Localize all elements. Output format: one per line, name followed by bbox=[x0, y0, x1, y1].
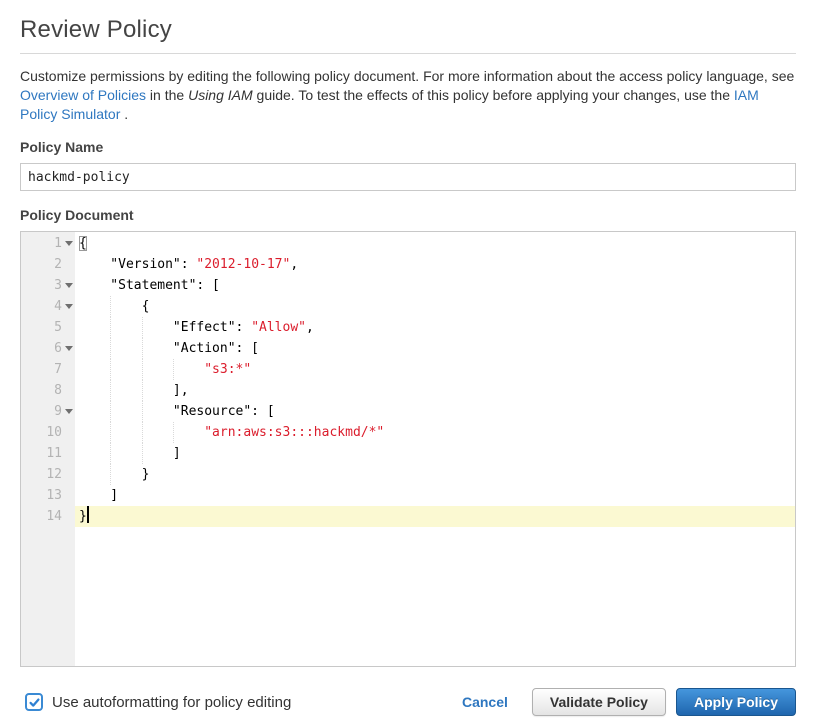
gutter-line-number: 4 bbox=[21, 296, 75, 317]
json-string-value: "2012-10-17" bbox=[196, 257, 290, 272]
indent-guide bbox=[173, 422, 174, 443]
cancel-link[interactable]: Cancel bbox=[462, 694, 508, 710]
indent-guide bbox=[110, 464, 111, 485]
fold-arrow-icon[interactable] bbox=[65, 346, 73, 351]
policy-editor[interactable]: 1234567891011121314 { "Version": "2012-1… bbox=[20, 231, 796, 667]
fold-arrow-icon[interactable] bbox=[65, 409, 73, 414]
validate-policy-button[interactable]: Validate Policy bbox=[532, 688, 666, 716]
json-code-text: "Statement": [ bbox=[79, 278, 220, 293]
gutter-line-number: 5 bbox=[21, 317, 75, 338]
page-title: Review Policy bbox=[20, 16, 796, 44]
code-line[interactable]: ] bbox=[75, 443, 795, 464]
fold-arrow-icon[interactable] bbox=[65, 241, 73, 246]
gutter-line-number: 9 bbox=[21, 401, 75, 422]
indent-guide bbox=[110, 422, 111, 443]
indent-guide bbox=[110, 401, 111, 422]
json-code-text: } bbox=[79, 509, 87, 524]
indent-guide bbox=[110, 338, 111, 359]
gutter-line-number: 3 bbox=[21, 275, 75, 296]
fold-arrow-icon[interactable] bbox=[65, 304, 73, 309]
title-divider bbox=[20, 53, 796, 54]
gutter-line-number: 1 bbox=[21, 233, 75, 254]
indent-guide bbox=[142, 422, 143, 443]
indent-guide bbox=[110, 296, 111, 317]
policy-document-label: Policy Document bbox=[20, 207, 796, 223]
fold-arrow-icon[interactable] bbox=[65, 283, 73, 288]
code-line[interactable]: } bbox=[75, 464, 795, 485]
gutter-line-number: 11 bbox=[21, 443, 75, 464]
code-line[interactable]: ] bbox=[75, 485, 795, 506]
editor-code[interactable]: { "Version": "2012-10-17", "Statement": … bbox=[75, 232, 795, 666]
gutter-line-number: 7 bbox=[21, 359, 75, 380]
indent-guide bbox=[142, 359, 143, 380]
code-line[interactable]: "arn:aws:s3:::hackmd/*" bbox=[75, 422, 795, 443]
code-line[interactable]: "s3:*" bbox=[75, 359, 795, 380]
apply-policy-button[interactable]: Apply Policy bbox=[676, 688, 796, 716]
indent-guide bbox=[142, 338, 143, 359]
gutter-line-number: 2 bbox=[21, 254, 75, 275]
json-code-text: "Resource": [ bbox=[79, 404, 275, 419]
indent-guide bbox=[110, 380, 111, 401]
overview-of-policies-link[interactable]: Overview of Policies bbox=[20, 87, 146, 103]
autoformat-option[interactable]: Use autoformatting for policy editing bbox=[20, 693, 291, 711]
editor-gutter: 1234567891011121314 bbox=[21, 232, 75, 666]
json-code-text: { bbox=[79, 299, 149, 314]
json-string-value: "Allow" bbox=[251, 320, 306, 335]
json-code-text: "Effect": bbox=[79, 320, 251, 335]
json-code-text: ], bbox=[79, 383, 189, 398]
indent-guide bbox=[142, 380, 143, 401]
json-string-value: "s3:*" bbox=[204, 362, 251, 377]
json-code-text: "Action": [ bbox=[79, 341, 259, 356]
json-code-text: ] bbox=[79, 446, 181, 461]
json-code-text: ] bbox=[79, 488, 118, 503]
json-code-text: { bbox=[79, 236, 87, 251]
code-line[interactable]: "Resource": [ bbox=[75, 401, 795, 422]
autoformat-checkbox[interactable] bbox=[25, 693, 43, 711]
footer-actions: Cancel Validate Policy Apply Policy bbox=[462, 688, 796, 716]
policy-name-input[interactable] bbox=[20, 163, 796, 191]
policy-name-label: Policy Name bbox=[20, 139, 796, 155]
indent-guide bbox=[142, 317, 143, 338]
json-string-value: "arn:aws:s3:::hackmd/*" bbox=[204, 425, 384, 440]
indent-guide bbox=[173, 359, 174, 380]
gutter-line-number: 12 bbox=[21, 464, 75, 485]
code-line[interactable]: } bbox=[75, 506, 795, 527]
footer-bar: Use autoformatting for policy editing Ca… bbox=[20, 688, 796, 716]
code-line[interactable]: "Effect": "Allow", bbox=[75, 317, 795, 338]
code-line[interactable]: { bbox=[75, 233, 795, 254]
gutter-line-number: 6 bbox=[21, 338, 75, 359]
check-icon bbox=[28, 696, 41, 709]
gutter-line-number: 13 bbox=[21, 485, 75, 506]
intro-text: . bbox=[120, 106, 128, 122]
json-code-text: "Version": bbox=[79, 257, 196, 272]
indent-guide bbox=[110, 359, 111, 380]
gutter-line-number: 10 bbox=[21, 422, 75, 443]
code-line[interactable]: { bbox=[75, 296, 795, 317]
json-code-text: , bbox=[290, 257, 298, 272]
using-iam-guide-name: Using IAM bbox=[188, 87, 253, 103]
json-code-text: , bbox=[306, 320, 314, 335]
code-line[interactable]: "Action": [ bbox=[75, 338, 795, 359]
indent-guide bbox=[110, 443, 111, 464]
text-cursor bbox=[87, 506, 89, 523]
gutter-line-number: 8 bbox=[21, 380, 75, 401]
code-line[interactable]: "Statement": [ bbox=[75, 275, 795, 296]
intro-text: guide. To test the effects of this polic… bbox=[253, 87, 734, 103]
indent-guide bbox=[110, 317, 111, 338]
code-line[interactable]: ], bbox=[75, 380, 795, 401]
code-line[interactable]: "Version": "2012-10-17", bbox=[75, 254, 795, 275]
json-code-text: } bbox=[79, 467, 149, 482]
intro-paragraph: Customize permissions by editing the fol… bbox=[20, 67, 799, 124]
gutter-line-number: 14 bbox=[21, 506, 75, 527]
autoformat-label: Use autoformatting for policy editing bbox=[52, 694, 291, 711]
indent-guide bbox=[142, 401, 143, 422]
indent-guide bbox=[142, 443, 143, 464]
intro-text: in the bbox=[146, 87, 188, 103]
intro-text: Customize permissions by editing the fol… bbox=[20, 68, 794, 84]
